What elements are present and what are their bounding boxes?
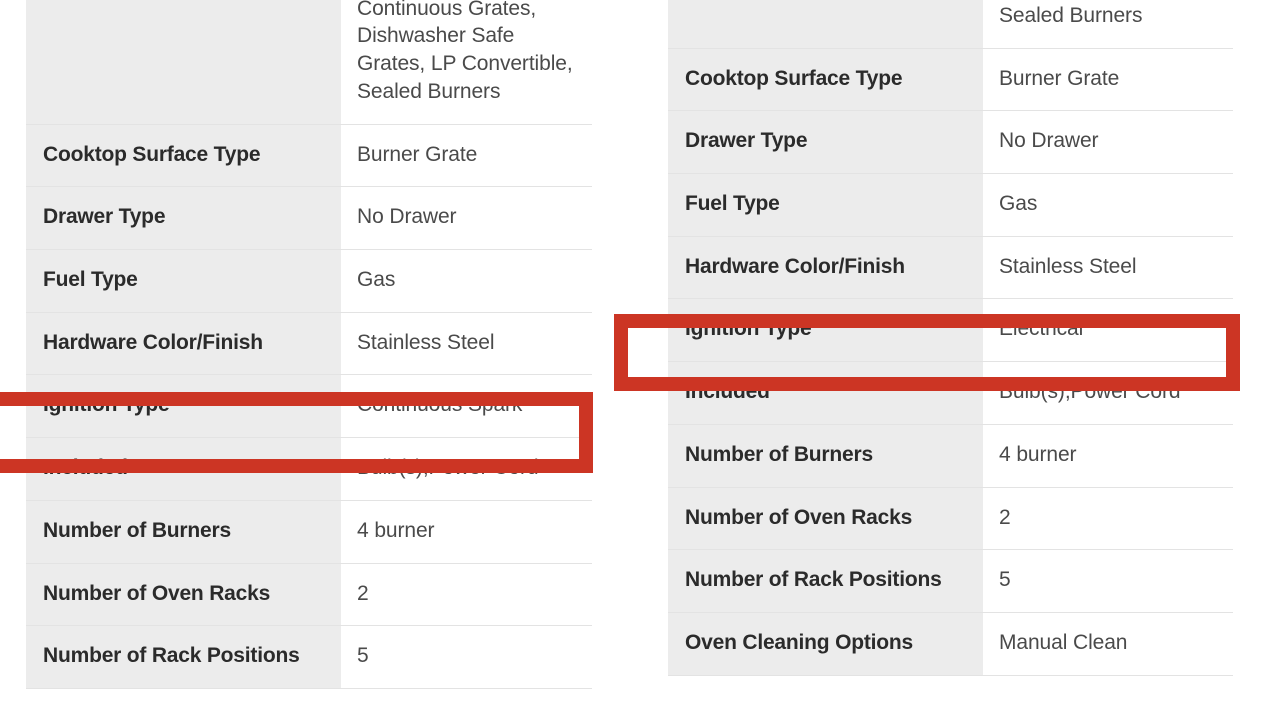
left-spec-panel: Continuous Grates, Dishwasher Safe Grate… — [26, 0, 592, 689]
spec-value: Continuous Spark — [341, 374, 592, 438]
spec-label — [668, 0, 983, 48]
spec-row: Ignition Type Continuous Spark — [26, 374, 592, 438]
spec-label: Number of Rack Positions — [26, 625, 341, 689]
spec-row: Ignition Type Electrical — [668, 298, 1233, 362]
spec-label: Cooktop Surface Type — [668, 48, 983, 111]
spec-row: Included Bulb(s),Power Cord — [668, 361, 1233, 425]
spec-label: Fuel Type — [668, 173, 983, 237]
spec-label: Cooktop Surface Type — [26, 124, 341, 187]
spec-value: Bulb(s),Power Cord — [983, 361, 1233, 425]
spec-row: Oven Cleaning Options Manual Clean — [668, 612, 1233, 676]
spec-label: Ignition Type — [668, 298, 983, 362]
spec-label: Hardware Color/Finish — [26, 312, 341, 375]
spec-value: 5 — [983, 549, 1233, 613]
spec-row: Number of Burners 4 burner — [668, 424, 1233, 488]
spec-value: Burner Grate — [341, 124, 592, 187]
spec-label: Number of Oven Racks — [668, 487, 983, 550]
spec-label: Included — [26, 437, 341, 501]
spec-label: Number of Burners — [668, 424, 983, 488]
spec-label: Number of Rack Positions — [668, 549, 983, 613]
spec-row: Hardware Color/Finish Stainless Steel — [26, 312, 592, 375]
spec-value: Stainless Steel — [983, 236, 1233, 299]
spec-value: Electrical — [983, 298, 1233, 362]
left-spec-rows: Continuous Grates, Dishwasher Safe Grate… — [26, 0, 592, 689]
spec-label: Ignition Type — [26, 374, 341, 438]
spec-row: Continuous Grates, Dishwasher Safe Grate… — [26, 0, 592, 124]
spec-row: Grates, LP Convertible, Sealed Burners — [668, 0, 1233, 48]
spec-value: Gas — [983, 173, 1233, 237]
spec-row: Cooktop Surface Type Burner Grate — [26, 124, 592, 187]
spec-label: Oven Cleaning Options — [668, 612, 983, 676]
spec-value: Gas — [341, 249, 592, 313]
spec-row: Drawer Type No Drawer — [668, 110, 1233, 174]
spec-label: Hardware Color/Finish — [668, 236, 983, 299]
spec-row: Number of Oven Racks 2 — [26, 563, 592, 626]
spec-value: Bulb(s),Power Cord — [341, 437, 592, 501]
spec-row: Fuel Type Gas — [26, 249, 592, 313]
spec-label: Number of Burners — [26, 500, 341, 564]
left-spec-table: Continuous Grates, Dishwasher Safe Grate… — [26, 0, 592, 689]
spec-label: Number of Oven Racks — [26, 563, 341, 626]
right-spec-rows: Grates, LP Convertible, Sealed BurnersCo… — [668, 0, 1233, 676]
spec-value: Grates, LP Convertible, Sealed Burners — [983, 0, 1233, 48]
comparison-screenshot: Continuous Grates, Dishwasher Safe Grate… — [0, 0, 1280, 720]
spec-value: Manual Clean — [983, 612, 1233, 676]
spec-row: Drawer Type No Drawer — [26, 186, 592, 250]
spec-label: Fuel Type — [26, 249, 341, 313]
spec-value: 5 — [341, 625, 592, 689]
spec-row: Fuel Type Gas — [668, 173, 1233, 237]
spec-row: Number of Rack Positions 5 — [26, 625, 592, 689]
spec-value: Stainless Steel — [341, 312, 592, 375]
spec-row: Number of Oven Racks 2 — [668, 487, 1233, 550]
spec-label: Drawer Type — [26, 186, 341, 250]
spec-row: Cooktop Surface Type Burner Grate — [668, 48, 1233, 111]
spec-value: Continuous Grates, Dishwasher Safe Grate… — [341, 0, 592, 124]
spec-row: Number of Rack Positions 5 — [668, 549, 1233, 613]
right-spec-panel: Grates, LP Convertible, Sealed BurnersCo… — [668, 0, 1233, 676]
spec-value: 2 — [983, 487, 1233, 550]
spec-label: Drawer Type — [668, 110, 983, 174]
spec-value: 2 — [341, 563, 592, 626]
spec-value: Burner Grate — [983, 48, 1233, 111]
spec-row: Included Bulb(s),Power Cord — [26, 437, 592, 501]
right-spec-table: Grates, LP Convertible, Sealed BurnersCo… — [668, 0, 1233, 676]
spec-label: Included — [668, 361, 983, 425]
spec-value: No Drawer — [341, 186, 592, 250]
spec-value: No Drawer — [983, 110, 1233, 174]
spec-row: Number of Burners 4 burner — [26, 500, 592, 564]
spec-row: Hardware Color/Finish Stainless Steel — [668, 236, 1233, 299]
spec-value: 4 burner — [983, 424, 1233, 488]
spec-label — [26, 0, 341, 124]
spec-value: 4 burner — [341, 500, 592, 564]
